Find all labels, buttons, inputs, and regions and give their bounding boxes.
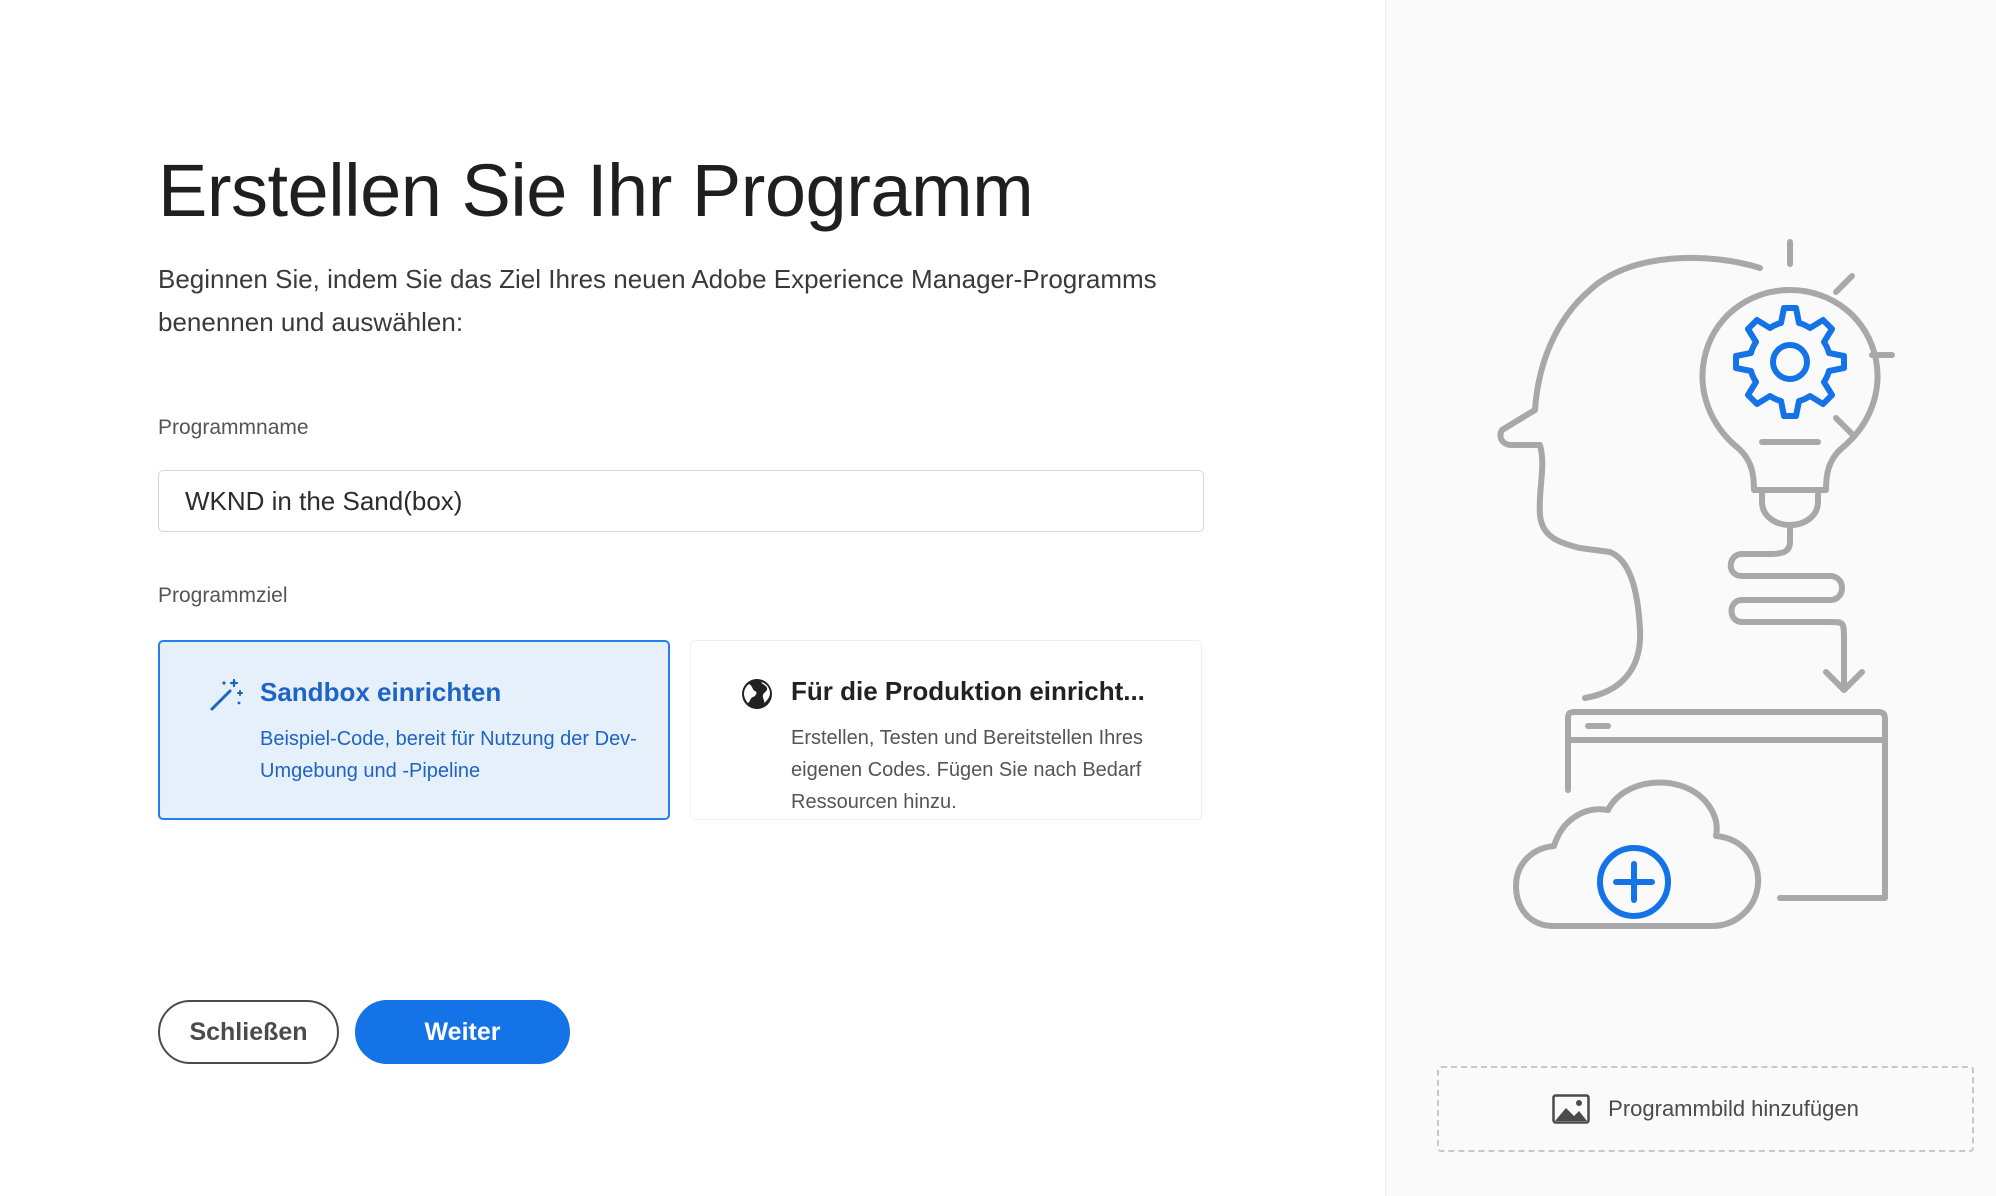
goal-option-production[interactable]: Für die Produktion einricht... Erstellen… [690,640,1202,820]
image-icon [1552,1094,1590,1124]
page-title: Erstellen Sie Ihr Programm [158,149,1034,232]
head-lightbulb-gear-cloud-illustration [1497,239,1895,929]
program-name-label: Programmname [158,416,309,439]
create-program-form-pane: Erstellen Sie Ihr Programm Beginnen Sie,… [0,0,1385,1196]
globe-icon [742,679,772,709]
goal-option-description: Beispiel-Code, bereit für Nutzung der De… [260,728,637,782]
add-program-image-label: Programmbild hinzufügen [1608,1096,1859,1121]
goal-option-sandbox[interactable]: Sandbox einrichten Beispiel-Code, bereit… [158,640,670,820]
close-button[interactable]: Schließen [158,1000,339,1064]
next-button[interactable]: Weiter [355,1000,570,1064]
magic-wand-icon [210,678,243,711]
page-intro-text: Beginnen Sie, indem Sie das Ziel Ihres n… [158,264,1157,337]
add-program-image-button[interactable]: Programmbild hinzufügen [1437,1066,1974,1152]
program-goal-label: Programmziel [158,584,288,607]
goal-option-title: Für die Produktion einricht... [791,676,1145,706]
program-name-input[interactable] [158,470,1204,532]
goal-option-description: Erstellen, Testen und Bereitstellen Ihre… [791,727,1144,813]
goal-option-title: Sandbox einrichten [260,677,502,707]
